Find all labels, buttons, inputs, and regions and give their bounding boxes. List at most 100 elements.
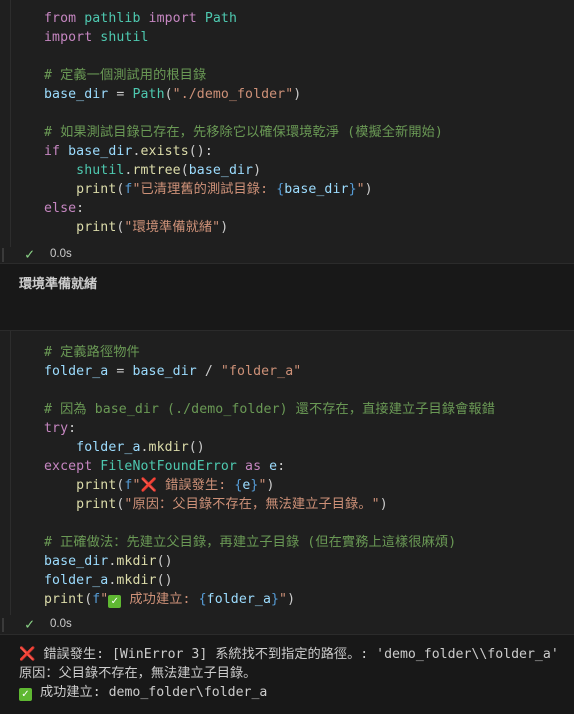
code-token: mkdir <box>148 440 189 455</box>
code-line[interactable]: folder_a = base_dir / "folder_a" <box>44 362 301 381</box>
code-token: ) <box>287 592 296 607</box>
code-line[interactable]: # 定義一個測試用的根目錄 <box>44 66 206 85</box>
code-token: ) <box>266 478 275 493</box>
output-line: ✓ 成功建立: demo_folder\folder_a <box>19 681 267 701</box>
code-token: " <box>100 592 109 607</box>
code-token: else <box>44 201 77 216</box>
code-token: # 定義路徑物件 <box>44 345 140 360</box>
code-token: ( <box>164 87 173 102</box>
code-token: base_dir <box>284 182 349 197</box>
code-token: print <box>76 182 117 197</box>
code-token: base_dir <box>44 554 109 569</box>
code-token: " <box>356 182 365 197</box>
code-cell-2[interactable]: # 定義路徑物件 folder_a = base_dir / "folder_a"… <box>0 331 574 615</box>
code-token: = <box>108 364 133 379</box>
code-token: ( <box>180 163 189 178</box>
code-line[interactable]: folder_a.mkdir() <box>44 571 173 590</box>
code-token: () <box>156 573 173 588</box>
code-line[interactable]: from pathlib import Path <box>44 9 237 28</box>
code-cell-1[interactable]: from pathlib import Path import shutil # 定… <box>0 0 574 247</box>
execution-time: 0.0s <box>50 248 72 260</box>
code-token: " <box>132 478 141 493</box>
code-token: import <box>148 11 197 26</box>
code-token: # 正確做法：先建立父目錄，再建立子目錄 (但在實務上這樣很麻煩) <box>44 535 457 550</box>
code-line[interactable]: base_dir = Path("./demo_folder") <box>44 85 301 104</box>
code-line[interactable]: print(f" ✓ 成功建立: {folder_a}") <box>44 590 295 609</box>
code-token: if <box>44 144 61 159</box>
cross-mark-icon: ❌ <box>19 647 36 662</box>
code-token: ) <box>364 182 373 197</box>
code-line[interactable]: print(f"❌ 錯誤發生: {e}") <box>44 476 275 495</box>
code-token: "環境準備就緒" <box>124 220 221 235</box>
code-token: () <box>188 440 205 455</box>
code-line[interactable]: if base_dir.exists(): <box>44 142 213 161</box>
code-line[interactable]: print(f"已清理舊的測試目錄: {base_dir}") <box>44 180 373 199</box>
code-line[interactable]: try: <box>44 419 76 438</box>
code-line[interactable]: shutil.rmtree(base_dir) <box>44 161 261 180</box>
output-text: 原因：父目錄不存在，無法建立子目錄。 <box>19 666 257 681</box>
code-token: try <box>44 421 69 436</box>
code-token: / <box>196 364 221 379</box>
code-line[interactable]: # 因為 base_dir (./demo_folder) 還不存在，直接建立子… <box>44 400 495 419</box>
code-token: . <box>132 144 141 159</box>
code-token: : <box>68 421 77 436</box>
code-token: Path <box>204 11 238 26</box>
code-token: folder_a <box>76 440 141 455</box>
code-token: } <box>271 592 280 607</box>
code-token: (): <box>188 144 213 159</box>
code-token: "原因：父目錄不存在，無法建立子目錄。" <box>124 497 380 512</box>
code-line[interactable]: print("原因：父目錄不存在，無法建立子目錄。") <box>44 495 388 514</box>
code-token: folder_a <box>44 573 109 588</box>
code-token: "./demo_folder" <box>172 87 294 102</box>
execution-time: 0.0s <box>50 618 72 630</box>
code-token: print <box>44 592 85 607</box>
code-line[interactable]: folder_a.mkdir() <box>44 438 205 457</box>
code-line[interactable]: # 正確做法：先建立父目錄，再建立子目錄 (但在實務上這樣很麻煩) <box>44 533 456 552</box>
code-line[interactable]: else: <box>44 199 84 218</box>
code-token: # 如果測試目錄已存在，先移除它以確保環境乾淨 (模擬全新開始) <box>44 125 443 140</box>
code-token: pathlib <box>84 11 141 26</box>
code-line[interactable]: import shutil <box>44 28 149 47</box>
code-token: } <box>348 182 357 197</box>
cell-gutter-marker <box>2 618 4 632</box>
code-token: except <box>44 459 93 474</box>
output-line: 原因：父目錄不存在，無法建立子目錄。 <box>19 662 256 681</box>
code-token: = <box>108 87 133 102</box>
code-token: ) <box>220 220 229 235</box>
code-token: base_dir <box>44 87 109 102</box>
code-token: # 定義一個測試用的根目錄 <box>44 68 207 83</box>
code-token: shutil <box>76 163 125 178</box>
code-line[interactable]: except FileNotFoundError as e: <box>44 457 285 476</box>
code-line[interactable]: # 定義路徑物件 <box>44 343 140 362</box>
code-token: { <box>198 592 207 607</box>
code-token: 錯誤發生: <box>157 478 235 493</box>
code-token: import <box>44 30 93 45</box>
code-token: ) <box>253 163 262 178</box>
code-line[interactable]: # 如果測試目錄已存在，先移除它以確保環境乾淨 (模擬全新開始) <box>44 123 443 142</box>
code-token: from <box>44 11 77 26</box>
code-line[interactable]: print("環境準備就緒") <box>44 218 228 237</box>
code-token: base_dir <box>68 144 133 159</box>
code-token: : <box>277 459 286 474</box>
code-token: base_dir <box>132 364 197 379</box>
code-token: ) <box>379 497 388 512</box>
code-token: as <box>245 459 262 474</box>
code-token: ) <box>293 87 302 102</box>
cell-gutter-marker <box>2 248 4 262</box>
code-token: print <box>76 497 117 512</box>
code-token: # 因為 base_dir (./demo_folder) 還不存在，直接建立子… <box>44 402 495 417</box>
check-box-icon: ✓ <box>108 595 122 608</box>
check-box-icon: ✓ <box>19 688 32 701</box>
code-line[interactable]: base_dir.mkdir() <box>44 552 173 571</box>
code-token: " <box>279 592 288 607</box>
code-token: folder_a <box>44 364 109 379</box>
cross-mark-icon: ❌ <box>140 478 158 493</box>
code-token: . <box>140 440 149 455</box>
